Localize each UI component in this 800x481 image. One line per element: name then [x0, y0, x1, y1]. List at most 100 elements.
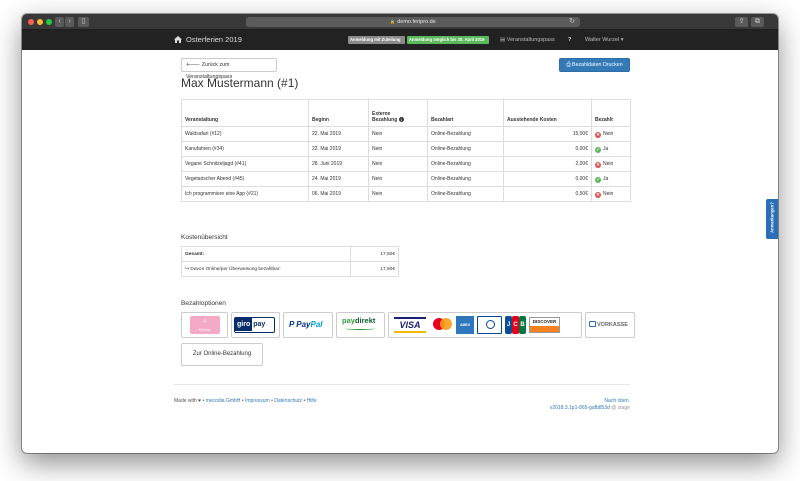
paypal-option[interactable]: P PayPal: [283, 312, 333, 338]
info-icon[interactable]: i: [398, 117, 404, 122]
col-paid: Bezahlt: [591, 99, 631, 127]
times-circle-icon: ✕: [595, 191, 601, 198]
cell-event: Vegetarischer Abend (#45): [181, 171, 309, 187]
jcb-b: B: [519, 316, 526, 334]
stage-name: stage: [617, 405, 630, 411]
discover-logo: DISCOVER: [529, 317, 560, 333]
paydirekt-part2: direkt: [354, 316, 376, 325]
document-icon: ▤: [500, 37, 507, 43]
paydirekt-part1: pay: [342, 316, 355, 325]
online-payment-button[interactable]: Zur Online-Bezahlung: [181, 343, 263, 366]
paid-label: Nein: [603, 190, 614, 197]
separator: •: [303, 398, 306, 404]
company-link[interactable]: mecodia GmbH: [206, 398, 241, 404]
back-to-top-link[interactable]: Nach oben.: [604, 398, 630, 404]
paypal-logo: P PayPal: [289, 313, 323, 337]
col-payment-type: Bezahlart: [427, 99, 504, 127]
paydirekt-option[interactable]: paydirekt: [336, 312, 385, 338]
costs-heading: Kostenübersicht: [181, 234, 228, 241]
browser-window: ‹ › ▯ 🔒 demo.feripro.de ↻ ⇪ ⧉ Osterferien…: [22, 14, 778, 453]
imprint-link[interactable]: Impressum: [245, 398, 270, 404]
feedback-tab[interactable]: Anmerkungen?: [766, 199, 778, 239]
cell-external: Nein: [368, 126, 428, 142]
cell-event: Waldsafari (#12): [181, 126, 309, 142]
total-label: Gesamt:: [181, 246, 351, 262]
bookings-table: Veranstaltung Beginn Externe Bezahlung i …: [181, 99, 631, 202]
cell-external: Nein: [368, 141, 428, 157]
table-row: Ich programmiere eine App (#21) 06. Mai …: [181, 186, 631, 202]
print-button-label: Bezahldaten Drucken: [572, 62, 623, 68]
table-row: Waldsafari (#12) 22. Mai 2019 Nein Onlin…: [181, 126, 631, 142]
close-window-button[interactable]: [28, 19, 34, 25]
klarna-option[interactable]: ⌕ Klarna.: [181, 312, 228, 338]
cell-paid: ✕ Nein: [591, 186, 631, 202]
cell-event: Kanufahren (#34): [181, 141, 309, 157]
brand-link[interactable]: Osterferien 2019: [174, 30, 242, 50]
page-title: Max Mustermann (#1): [181, 76, 299, 90]
costs-total-row: Gesamt: 17,50€: [181, 246, 399, 262]
browser-toolbar: ‹ › ▯ 🔒 demo.feripro.de ↻ ⇪ ⧉: [22, 14, 778, 30]
credit-card-option[interactable]: VISA AMEX J C B DISCOVER: [388, 312, 582, 338]
col-external: Externe Bezahlung i: [368, 99, 428, 127]
table-row: Vegetarischer Abend (#45) 24. Mai 2019 N…: [181, 171, 631, 187]
separator: •: [241, 398, 244, 404]
paydirekt-swoosh-icon: [345, 327, 375, 330]
address-text: demo.feripro.de: [397, 19, 436, 25]
check-circle-icon: ✓: [595, 146, 601, 153]
nav-pass-label: Veranstaltungspass: [506, 37, 555, 43]
klarna-icon: ⌕: [203, 318, 207, 325]
vorkasse-label: VORKASSE: [597, 322, 628, 328]
cell-payment-type: Online-Bezahlung: [427, 156, 504, 172]
back-to-pass-button[interactable]: 🡐 Zurück zum Veranstaltungspass: [181, 58, 277, 80]
paid-label: Ja: [603, 175, 609, 182]
cell-paid: ✕ Nein: [591, 126, 631, 142]
version-link[interactable]: v2018.3.1p1-865-gafb853d: [550, 405, 610, 411]
cell-cost: 15,00€: [503, 126, 592, 142]
signup-deadline-badge: Anmeldung möglich bis 30. April 2019: [407, 36, 489, 44]
separator: •: [271, 398, 273, 404]
cell-event: Vegane Schnitzeljagd (#41): [181, 156, 309, 172]
back-nav-icon[interactable]: ‹: [55, 17, 64, 27]
privacy-link[interactable]: Datenschutz: [274, 398, 302, 404]
reload-icon[interactable]: ↻: [569, 17, 575, 27]
col-event: Veranstaltung: [181, 99, 309, 127]
minimize-window-button[interactable]: [37, 19, 43, 25]
signup-mode-badge: Anmeldung mit Zuteilung: [348, 36, 405, 44]
giropay-option[interactable]: giro pay: [231, 312, 280, 338]
cell-external: Nein: [368, 171, 428, 187]
user-menu[interactable]: Walter Wurzel ▾: [585, 30, 624, 50]
share-icon[interactable]: ⇪: [735, 17, 748, 27]
cell-start: 24. Mai 2019: [308, 171, 369, 187]
cell-payment-type: Online-Bezahlung: [427, 126, 504, 142]
nav-veranstaltungspass[interactable]: ▤ Veranstaltungspass: [500, 30, 555, 50]
jcb-logo: J C B: [505, 316, 526, 334]
col-outstanding: Ausstehende Kosten: [503, 99, 592, 127]
paypal-part2: Pal: [310, 320, 323, 329]
address-bar[interactable]: 🔒 demo.feripro.de ↻: [246, 17, 580, 27]
table-header-row: Veranstaltung Beginn Externe Bezahlung i …: [181, 99, 631, 127]
paid-label: Nein: [603, 160, 614, 167]
print-payment-button[interactable]: ⎙ Bezahldaten Drucken: [559, 58, 630, 72]
bank-transfer-icon: [589, 321, 596, 327]
vorkasse-logo: VORKASSE: [589, 313, 628, 337]
payment-options-heading: Bezahloptionen: [181, 300, 226, 307]
amex-logo: AMEX: [456, 316, 474, 334]
vorkasse-option[interactable]: VORKASSE: [585, 312, 635, 338]
cell-paid: ✓ Ja: [591, 171, 631, 187]
made-with-text: Made with ♥ •: [174, 398, 205, 404]
cell-payment-type: Online-Bezahlung: [427, 141, 504, 157]
sidebar-toggle-icon[interactable]: ▯: [78, 17, 89, 27]
discover-label: DISCOVER: [532, 319, 557, 324]
col-start: Beginn: [308, 99, 369, 127]
paid-label: Ja: [603, 145, 609, 152]
forward-nav-icon[interactable]: ›: [65, 17, 74, 27]
table-row: Kanufahren (#34) 22. Mai 2019 Nein Onlin…: [181, 141, 631, 157]
jcb-c: C: [512, 316, 519, 334]
zoom-window-button[interactable]: [46, 19, 52, 25]
app-navbar: Osterferien 2019 Anmeldung mit Zuteilung…: [22, 30, 778, 50]
help-icon[interactable]: ?: [568, 30, 571, 50]
lock-icon: 🔒: [390, 19, 396, 24]
tabs-overview-icon[interactable]: ⧉: [751, 17, 764, 27]
total-value: 17,50€: [350, 246, 399, 262]
help-link[interactable]: Hilfe: [307, 398, 317, 404]
